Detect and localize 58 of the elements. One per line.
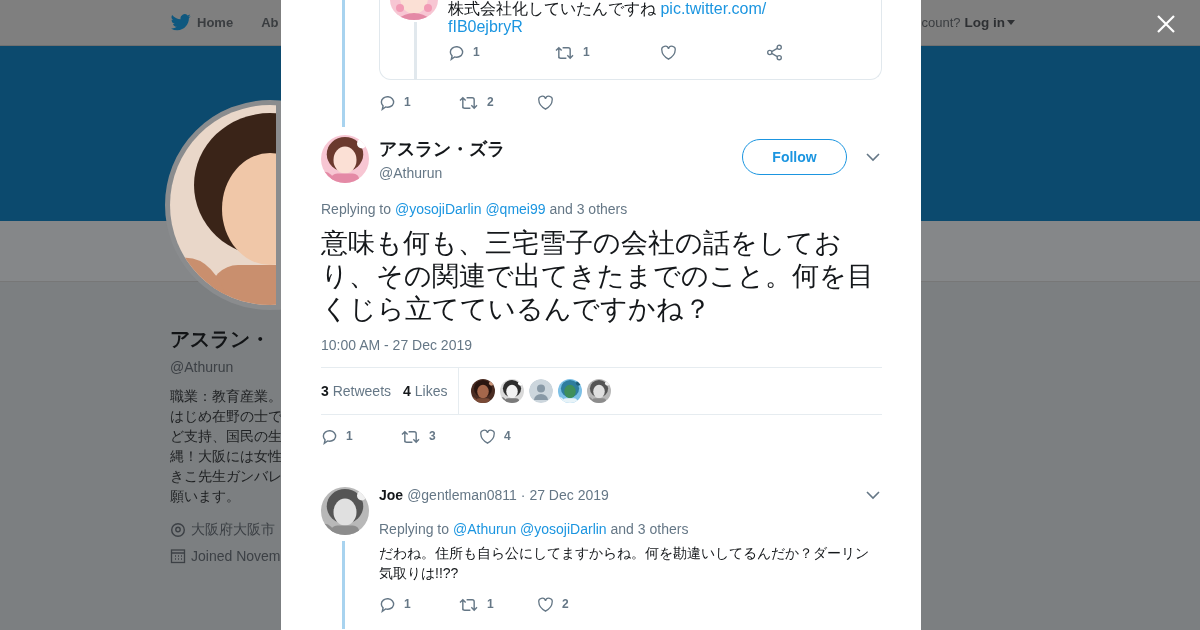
- chevron-down-icon[interactable]: [866, 490, 880, 500]
- tweet-text: 意味も何も、三宅雪子の会社の話をしており、その関連で出てきたまでのこと。何を目くじら立てているんですかね？: [321, 227, 875, 326]
- reply-date: · 27 Dec 2019: [520, 487, 609, 503]
- reply-author-name: Joe: [379, 487, 404, 503]
- reply-icon: [379, 93, 396, 111]
- profile-handle: @Athurun: [170, 359, 235, 375]
- reply-button[interactable]: 1: [379, 93, 458, 111]
- like-button[interactable]: 4: [479, 427, 558, 445]
- follow-button[interactable]: Follow: [742, 139, 847, 175]
- reply-text: だわね。住所も自ら公にしてますからね。何を勘違いしてるんだか？ダーリン気取りは!!??: [379, 544, 870, 583]
- image-link[interactable]: pic.twitter.com/: [660, 0, 767, 17]
- reply-button[interactable]: 1: [448, 43, 554, 61]
- quoted-tweet-card[interactable]: 株式会社化していたんですね pic.twitter.com/ fIB0ejbryR 1 1: [379, 0, 882, 80]
- default-avatar-icon[interactable]: [529, 379, 554, 403]
- bird-icon: [171, 14, 191, 31]
- reply-icon: [448, 43, 465, 61]
- heart-icon: [479, 427, 496, 445]
- mention-link[interactable]: @yosojiDarlin: [520, 521, 607, 537]
- retweet-button[interactable]: 1: [554, 43, 660, 61]
- profile-location: 大阪府大阪市: [191, 521, 275, 539]
- share-icon: [766, 43, 783, 61]
- retweet-button[interactable]: 1: [458, 595, 537, 613]
- heart-icon: [537, 93, 554, 111]
- quoted-tweet-text: 株式会社化していたんですね pic.twitter.com/ fIB0ejbryR: [448, 0, 768, 36]
- location-icon: [170, 522, 186, 538]
- reply-icon: [379, 595, 396, 613]
- close-button[interactable]: [1156, 14, 1176, 34]
- profile-name: アスラン・: [170, 327, 271, 352]
- reply-button[interactable]: 1: [379, 595, 458, 613]
- reply-author-handle: @gentleman0811: [407, 487, 517, 503]
- login-prompt: count?: [921, 15, 961, 30]
- replying-to-text: Replying to @yosojiDarlin @qmei99 and 3 others: [321, 200, 629, 218]
- author-handle: @Athurun: [379, 165, 444, 181]
- calendar-icon: [170, 548, 186, 564]
- nav-link[interactable]: Ab: [261, 15, 279, 30]
- heart-icon: [537, 595, 554, 613]
- close-icon: [1156, 14, 1176, 34]
- nav-link[interactable]: Home: [171, 14, 234, 31]
- replying-to-text: Replying to @Athurun @yosojiDarlin and 3 others: [379, 520, 690, 538]
- reply-icon: [321, 427, 338, 445]
- stat-link[interactable]: 4 Likes: [403, 383, 448, 399]
- image-link[interactable]: fIB0ejbryR: [448, 18, 523, 35]
- chevron-down-icon[interactable]: [866, 153, 880, 162]
- profile-joined: Joined Novem: [191, 548, 281, 564]
- profile-bio: 職業：教育産業。 はじめ在野の士で ど支持、国民の生 縄！大阪には女性 きこ先生ガンバレ 願います。: [170, 388, 281, 506]
- heart-icon: [660, 43, 677, 61]
- stat-link[interactable]: 3 Retweets: [321, 383, 392, 399]
- mention-link[interactable]: @yosojiDarlin: [394, 201, 482, 217]
- caret-icon: [1007, 20, 1015, 25]
- reply-button[interactable]: 1: [321, 427, 400, 445]
- retweet-button[interactable]: 3: [400, 427, 479, 445]
- tweet-timestamp: 10:00 AM - 27 Dec 2019: [321, 337, 473, 353]
- like-button[interactable]: 2: [537, 595, 616, 613]
- author-name: アスラン・ズラ: [379, 138, 506, 161]
- login-link[interactable]: Log in: [964, 15, 1015, 30]
- mention-link[interactable]: @qmei99: [485, 201, 546, 217]
- retweet-button[interactable]: 2: [458, 93, 537, 111]
- mention-link[interactable]: @Athurun: [452, 521, 517, 537]
